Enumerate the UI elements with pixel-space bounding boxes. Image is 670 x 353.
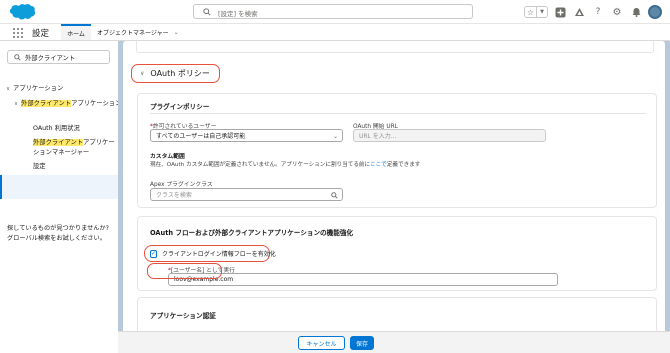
app-nav-bar: 設定 ホーム オブジェクトマネージャー ⌄: [0, 24, 670, 41]
run-as-annotation-ring: [147, 263, 222, 279]
tab-home[interactable]: ホーム: [61, 24, 91, 40]
bell-icon[interactable]: [629, 5, 643, 19]
favorites-group: ☆ ▼: [524, 6, 548, 18]
start-url-input[interactable]: URL を入力...: [353, 129, 546, 142]
client-credentials-label: クライアントログイン情報フローを有効化: [162, 251, 276, 258]
setup-sidebar: 外部クライアント ∨ アプリケーション ∨ 外部クライアントアプリケーション OAu…: [0, 41, 121, 353]
tab-object-manager[interactable]: オブジェクトマネージャー ⌄: [95, 24, 179, 40]
search-icon: [331, 192, 338, 199]
previous-section-stub: [136, 41, 654, 53]
tree-item-selected-bg: [0, 175, 118, 199]
apex-plugin-label: Apex プラグインクラス: [150, 182, 213, 188]
gear-icon[interactable]: ⚙: [610, 5, 624, 19]
chevron-down-icon[interactable]: ∨: [6, 86, 10, 92]
tab-object-manager-label: オブジェクトマネージャー: [97, 29, 169, 37]
chevron-down-icon[interactable]: ∨: [140, 70, 144, 77]
app-launcher-icon[interactable]: [13, 28, 23, 38]
footer-bar: キャンセル 保存: [118, 331, 670, 353]
custom-scope-link[interactable]: ここで: [370, 162, 387, 168]
quick-find-value: 外部クライアント: [25, 55, 76, 62]
search-icon: [203, 8, 211, 16]
client-credentials-checkbox-row[interactable]: ✓ クライアントログイン情報フローを有効化: [144, 245, 276, 262]
content-card: ∨ OAuth ポリシー プラグインポリシー *許可されているユーザー すべての…: [123, 41, 665, 337]
permitted-users-select[interactable]: すべてのユーザーは自己承認可能 ⌄: [150, 129, 343, 142]
tree-item-ext-client-app-manager[interactable]: 外部クライアントアプリケー ションマネージャー: [33, 138, 115, 158]
tree-item-applications[interactable]: ∨ アプリケーション: [6, 83, 63, 92]
tree-item-oauth-usage[interactable]: OAuth 利用状況: [33, 123, 80, 132]
oauth-flows-title: OAuth フローおよび外部クライアントアプリケーションの機能強化: [150, 229, 354, 237]
app-name: 設定: [32, 29, 50, 39]
chevron-down-icon[interactable]: ∨: [14, 101, 18, 107]
oauth-policy-title: OAuth ポリシー: [150, 69, 210, 78]
salesforce-logo-icon[interactable]: [8, 3, 36, 21]
help-icon[interactable]: ?: [591, 5, 605, 19]
oauth-flows-section: OAuth フローおよび外部クライアントアプリケーションの機能強化 ✓ クライア…: [137, 216, 657, 291]
custom-scope-label: カスタム範囲: [150, 154, 185, 160]
trailhead-icon[interactable]: [572, 5, 586, 19]
tree-item-settings[interactable]: 設定: [33, 161, 46, 170]
cancel-button[interactable]: キャンセル: [298, 336, 345, 350]
search-icon: [14, 54, 21, 61]
chevron-down-icon[interactable]: ⌄: [174, 29, 179, 36]
custom-scope-description: 現在、OAuth カスタム範囲が定義されていません。アプリケーションに割り当てる…: [150, 162, 421, 168]
search-placeholder: [設定] を検索: [218, 10, 258, 18]
apex-class-search-input[interactable]: クラスを検索: [150, 188, 343, 201]
tree-item-external-client-apps[interactable]: ∨ 外部クライアントアプリケーション: [14, 98, 121, 107]
avatar[interactable]: [648, 5, 662, 19]
quick-find-input[interactable]: 外部クライアント: [7, 50, 110, 64]
sidebar-help-text: 探しているものが見つかりませんか? グローバル検索をお試しください。: [7, 225, 109, 242]
oauth-policy-header[interactable]: ∨ OAuth ポリシー: [131, 64, 220, 83]
app-auth-title: アプリケーション認証: [150, 312, 216, 320]
plugin-policy-section: プラグインポリシー *許可されているユーザー すべてのユーザーは自己承認可能 ⌄…: [137, 93, 657, 208]
divider: [150, 113, 646, 114]
save-button[interactable]: 保存: [350, 336, 374, 350]
global-search[interactable]: [設定] を検索: [193, 4, 473, 19]
global-header: [設定] を検索 ☆ ▼ ? ⚙: [0, 0, 670, 24]
run-as-input[interactable]: loov@example.com: [168, 273, 558, 286]
chevron-down-icon[interactable]: ▼: [536, 7, 547, 17]
client-credentials-checkbox[interactable]: ✓: [150, 249, 158, 258]
star-icon[interactable]: ☆: [525, 7, 536, 17]
plugin-policy-title: プラグインポリシー: [150, 103, 210, 111]
add-icon[interactable]: [553, 5, 567, 19]
chevron-down-icon: ⌄: [332, 133, 338, 140]
header-utility-icons: ☆ ▼ ? ⚙: [524, 4, 662, 20]
main-content: ∨ OAuth ポリシー プラグインポリシー *許可されているユーザー すべての…: [118, 41, 670, 353]
